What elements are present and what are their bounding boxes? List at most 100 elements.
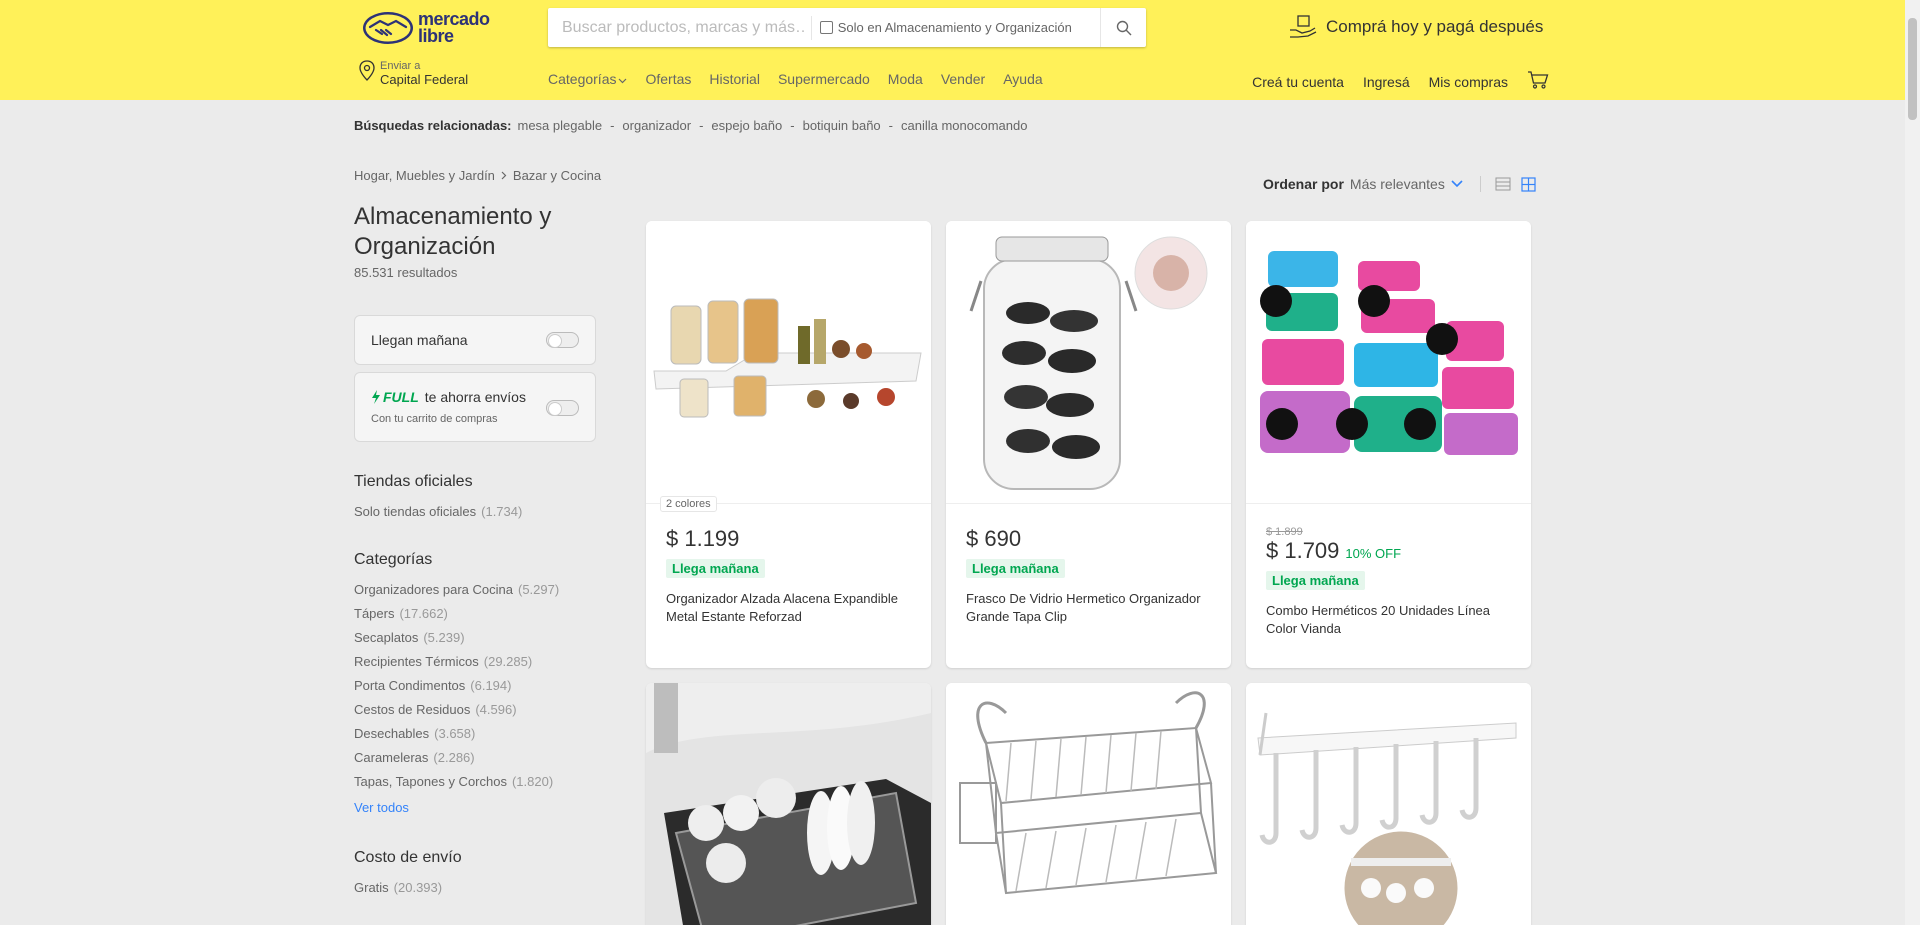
category-link[interactable]: Tapas, Tapones y Corchos (1.820) — [354, 774, 553, 789]
filter-count: (20.393) — [393, 880, 443, 895]
filter-count: (17.662) — [399, 606, 448, 621]
search-divider — [810, 15, 812, 40]
my-purchases-link[interactable]: Mis compras — [1429, 74, 1508, 90]
filter-count: (5.239) — [423, 630, 465, 645]
filter-full[interactable]: FULL te ahorra envíos Con tu carrito de … — [354, 372, 596, 442]
related-item[interactable]: botiquin baño — [803, 118, 881, 133]
product-title[interactable]: Organizador Alzada Alacena Expandible Me… — [666, 590, 916, 626]
nav-moda[interactable]: Moda — [888, 71, 923, 87]
product-image[interactable] — [946, 221, 1231, 504]
category-link[interactable]: Cestos de Residuos (4.596) — [354, 702, 517, 717]
nav-ofertas[interactable]: Ofertas — [645, 71, 691, 87]
product-image[interactable] — [1246, 683, 1531, 925]
category-link[interactable]: Secaplatos (5.239) — [354, 630, 465, 645]
product-photo — [959, 691, 1218, 895]
ver-todos-link[interactable]: Ver todos — [354, 800, 409, 815]
product-info: $ 1.899 $ 1.709 10% OFF Llega mañana Comb… — [1266, 526, 1516, 638]
product-photo — [969, 236, 1208, 490]
filter-name: Carameleras — [354, 750, 429, 765]
product-card[interactable]: $ 690 Llega mañana Frasco De Vidrio Herm… — [946, 221, 1231, 668]
search-icon — [1116, 20, 1132, 35]
mercadolibre-logo[interactable]: mercado libre — [362, 9, 502, 47]
category-link[interactable]: Porta Condimentos (6.194) — [354, 678, 511, 693]
filter-name: Tapas, Tapones y Corchos — [354, 774, 507, 789]
tiendas-title: Tiendas oficiales — [354, 473, 473, 490]
filter-count: (2.286) — [433, 750, 475, 765]
search-category-filter[interactable]: Solo en Almacenamiento y Organización — [819, 20, 1101, 35]
filter-name: Recipientes Térmicos — [354, 654, 479, 669]
list-view-icon[interactable] — [1495, 177, 1511, 191]
nav-ayuda[interactable]: Ayuda — [1003, 71, 1042, 87]
login-link[interactable]: Ingresá — [1363, 74, 1410, 90]
product-card[interactable] — [646, 683, 931, 925]
create-account-link[interactable]: Creá tu cuenta — [1252, 74, 1344, 90]
filter-name: Secaplatos — [354, 630, 419, 645]
related-item[interactable]: organizador — [622, 118, 691, 133]
product-image[interactable] — [646, 683, 931, 925]
page-scrollbar[interactable] — [1905, 0, 1920, 925]
separator: - — [888, 118, 894, 133]
related-searches: Búsquedas relacionadas: mesa plegable - … — [354, 118, 1027, 133]
product-card[interactable]: 2 colores $ 1.199 Llega mañana Organizad… — [646, 221, 931, 668]
llegan-toggle[interactable] — [546, 332, 579, 348]
full-brand: FULL — [383, 389, 419, 405]
handshake-logo-icon — [363, 12, 413, 44]
product-photo — [1260, 251, 1518, 455]
breadcrumb-item[interactable]: Bazar y Cocina — [513, 168, 601, 183]
scrollbar-thumb[interactable] — [1908, 18, 1917, 120]
main-nav: Categorías Ofertas Historial Supermercad… — [548, 71, 1061, 87]
product-info: $ 1.199 Llega mañana Organizador Alzada … — [666, 526, 916, 626]
location-value: Capital Federal — [380, 72, 469, 87]
product-title[interactable]: Frasco De Vidrio Hermetico Organizador G… — [966, 590, 1216, 626]
header: mercado libre Solo en Almacenamiento y O… — [0, 0, 1920, 100]
category-link[interactable]: Tápers (17.662) — [354, 606, 448, 621]
related-item[interactable]: espejo baño — [711, 118, 782, 133]
product-card[interactable] — [946, 683, 1231, 925]
delivery-location[interactable]: Enviar a Capital Federal — [358, 60, 468, 87]
product-image[interactable] — [1246, 221, 1531, 504]
filter-tiendas-oficiales[interactable]: Solo tiendas oficiales (1.734) — [354, 504, 522, 519]
nav-historial[interactable]: Historial — [709, 71, 760, 87]
category-filter-checkbox[interactable] — [819, 21, 833, 34]
filter-envio-gratis[interactable]: Gratis (20.393) — [354, 880, 442, 895]
grid-view-icon[interactable] — [1521, 176, 1536, 192]
category-link[interactable]: Desechables (3.658) — [354, 726, 475, 741]
promo-banner[interactable]: Comprá hoy y pagá después — [1288, 14, 1543, 40]
full-label-row: FULL te ahorra envíos — [371, 389, 526, 405]
filter-llegan-manana[interactable]: Llegan mañana — [354, 315, 596, 365]
category-link[interactable]: Carameleras (2.286) — [354, 750, 475, 765]
category-link[interactable]: Organizadores para Cocina (5.297) — [354, 582, 559, 597]
search-button[interactable] — [1100, 8, 1146, 47]
logo-line-2: libre — [418, 26, 454, 46]
full-toggle[interactable] — [546, 400, 579, 416]
product-title[interactable]: Combo Herméticos 20 Unidades Línea Color… — [1266, 602, 1516, 638]
product-photo — [1257, 712, 1517, 925]
cart-button[interactable] — [1527, 71, 1549, 92]
delivery-badge: Llega mañana — [1266, 571, 1365, 590]
category-link[interactable]: Recipientes Térmicos (29.285) — [354, 654, 532, 669]
breadcrumb-item[interactable]: Hogar, Muebles y Jardín — [354, 168, 495, 183]
product-card[interactable] — [1246, 683, 1531, 925]
categorias-title: Categorías — [354, 551, 433, 568]
filter-count: (6.194) — [470, 678, 512, 693]
nav-categorias[interactable]: Categorías — [548, 71, 627, 87]
search-input[interactable] — [548, 18, 807, 37]
nav-supermercado[interactable]: Supermercado — [778, 71, 870, 87]
filter-name: Organizadores para Cocina — [354, 582, 513, 597]
breadcrumb: Hogar, Muebles y Jardín Bazar y Cocina — [354, 168, 601, 183]
delivery-badge: Llega mañana — [666, 559, 765, 578]
nav-vender[interactable]: Vender — [941, 71, 985, 87]
separator: - — [790, 118, 795, 133]
related-item[interactable]: canilla monocomando — [901, 118, 1027, 133]
filter-count: (5.297) — [517, 582, 560, 597]
related-item[interactable]: mesa plegable — [518, 118, 603, 133]
product-image[interactable] — [646, 221, 931, 504]
product-image[interactable] — [946, 683, 1231, 925]
sort-dropdown[interactable]: Ordenar por Más relevantes — [1263, 176, 1463, 192]
account-nav: Creá tu cuenta Ingresá Mis compras — [1233, 71, 1549, 92]
product-card[interactable]: $ 1.899 $ 1.709 10% OFF Llega mañana Comb… — [1246, 221, 1531, 668]
discount-label: 10% OFF — [1345, 546, 1402, 561]
separator: - — [610, 118, 615, 133]
full-text: te ahorra envíos — [424, 389, 526, 405]
filter-llegan-label: Llegan mañana — [371, 332, 468, 348]
